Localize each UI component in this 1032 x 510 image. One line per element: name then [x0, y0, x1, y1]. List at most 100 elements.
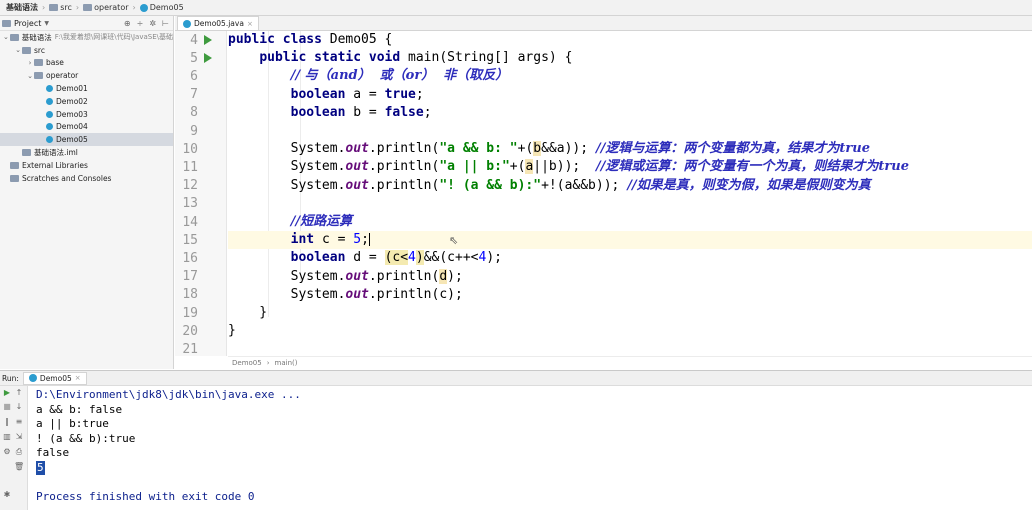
editor-breadcrumb-method[interactable]: main()	[275, 359, 298, 367]
chevron-down-icon[interactable]: ▼	[44, 20, 49, 27]
breadcrumb-src[interactable]: src	[45, 3, 76, 12]
folder-icon	[83, 4, 93, 11]
code-token: +!(a&&b));	[541, 177, 628, 193]
gutter-row: 12	[175, 177, 227, 195]
pause-icon[interactable]: ‖	[2, 417, 12, 427]
code-line[interactable]: }	[228, 304, 1032, 322]
pin-icon[interactable]: ✱	[2, 490, 12, 500]
package-folder-icon	[34, 72, 43, 80]
code-line[interactable]: public class Demo05 {	[228, 31, 1032, 49]
run-tool-window-header: Run: Demo05 ×	[0, 370, 1032, 386]
chevron-down-icon[interactable]: ⌄	[14, 46, 22, 54]
code-line[interactable]: System.out.println("a || b:"+(a||b)); //…	[228, 158, 1032, 176]
tree-item-label: Demo01	[56, 84, 88, 94]
code-line[interactable]: }	[228, 322, 1032, 340]
project-tree: ⌄ 基础语法 F:\我爱着想\网课班\代码\JavaSE\基础 ⌄ src › base ⌄ o…	[0, 31, 173, 185]
editor-breadcrumb-class[interactable]: Demo05	[232, 359, 262, 367]
code-token: public class	[228, 32, 330, 47]
tree-item-label: Demo02	[56, 96, 88, 106]
print-icon[interactable]: ⎙	[14, 447, 24, 457]
close-icon[interactable]: ×	[75, 374, 81, 382]
run-toolbar: ▶ ↑ ■ ↓ ‖ ≡ ▥ ⇲ ⚙ ⎙ 🗑 ✱	[0, 386, 28, 510]
code-token: main(String[] args) {	[408, 50, 573, 66]
breadcrumb-file[interactable]: Demo05	[136, 3, 188, 12]
code-token: public static void	[259, 50, 409, 66]
breadcrumb-package[interactable]: operator	[79, 3, 132, 12]
code-line[interactable]: // 与（and） 或（or） 非（取反）	[228, 67, 1032, 85]
chevron-right-icon[interactable]: ›	[26, 59, 34, 67]
chevron-down-icon[interactable]: ⌄	[26, 72, 34, 80]
gear-icon[interactable]: ✲	[149, 19, 156, 28]
tree-item[interactable]: Demo01	[0, 82, 173, 95]
line-number: 12	[182, 178, 198, 194]
line-number: 8	[190, 105, 198, 121]
rerun-icon[interactable]: ▶	[2, 388, 12, 398]
code-line[interactable]: System.out.println(c);	[228, 286, 1032, 304]
tree-item[interactable]: ⌄ 基础语法 F:\我爱着想\网课班\代码\JavaSE\基础	[0, 31, 173, 44]
scroll-down-icon[interactable]: ↓	[14, 402, 24, 412]
tree-item-label: Demo04	[56, 122, 88, 132]
stop-icon[interactable]: ■	[2, 402, 12, 412]
dump-icon[interactable]: ▥	[2, 432, 12, 442]
code-line[interactable]: public static void main(String[] args) {	[228, 49, 1032, 67]
console-line: ! (a && b):true	[36, 431, 136, 445]
code-line[interactable]: int c = 5;	[228, 231, 1032, 250]
tab-demo05-java[interactable]: Demo05.java ×	[177, 16, 259, 30]
code-token: );	[447, 268, 463, 284]
tree-item[interactable]: Demo02	[0, 95, 173, 108]
breadcrumb-separator: ›	[266, 359, 270, 367]
tree-item[interactable]: External Libraries	[0, 159, 173, 172]
code-editor[interactable]: public class Demo05 { public static void…	[228, 31, 1032, 356]
code-line[interactable]: //短路运算	[228, 213, 1032, 231]
code-token: "a || b:"	[439, 159, 510, 175]
soft-wrap-icon[interactable]: ≡	[14, 417, 24, 427]
scroll-up-icon[interactable]: ↑	[14, 388, 24, 398]
locate-icon[interactable]: ⊕	[124, 19, 131, 28]
tree-item[interactable]: Demo04	[0, 121, 173, 134]
code-line[interactable]: System.out.println("a && b: "+(b&&a)); /…	[228, 140, 1032, 158]
breadcrumb-project[interactable]: 基础语法	[2, 2, 42, 13]
tree-item[interactable]: 基础语法.iml	[0, 146, 173, 159]
run-gutter-icon[interactable]	[204, 35, 212, 46]
code-line[interactable]: boolean b = false;	[228, 104, 1032, 122]
tree-item[interactable]: ⌄ operator	[0, 69, 173, 82]
source-folder-icon	[22, 46, 31, 54]
code-line[interactable]: System.out.println(d);	[228, 268, 1032, 286]
scroll-to-end-icon[interactable]: ⇲	[14, 432, 24, 442]
code-token: &&a));	[541, 141, 596, 157]
hide-panel-icon[interactable]: ⊢	[162, 19, 169, 28]
run-tab-demo05[interactable]: Demo05 ×	[22, 371, 87, 385]
run-gutter-icon[interactable]	[204, 53, 212, 64]
gutter-row: 10	[175, 140, 227, 158]
run-tab-label: Demo05	[39, 373, 72, 383]
trash-icon[interactable]: 🗑	[14, 462, 24, 472]
tree-item[interactable]: Scratches and Consoles	[0, 172, 173, 185]
code-line[interactable]	[228, 340, 1032, 356]
gutter-row: 13	[175, 195, 227, 213]
tree-item[interactable]: Demo03	[0, 108, 173, 121]
tree-item[interactable]: › base	[0, 57, 173, 70]
run-console[interactable]: D:\Environment\jdk8\jdk\bin\java.exe ...…	[30, 388, 1032, 510]
gutter-row: 14	[175, 213, 227, 231]
tree-item[interactable]: ⌄ src	[0, 44, 173, 57]
settings-icon[interactable]: ⚙	[2, 447, 12, 457]
tree-item[interactable]: Demo05	[0, 133, 173, 147]
code-token: out	[345, 286, 369, 302]
code-token: .println(	[368, 141, 440, 157]
line-number: 21	[182, 341, 198, 357]
line-number: 20	[182, 323, 198, 339]
java-class-icon	[28, 374, 37, 382]
gutter-row: 19	[175, 304, 227, 322]
tree-item-label: 基础语法	[21, 32, 52, 42]
code-line[interactable]: boolean d = (c<4)&&(c++<4);	[228, 249, 1032, 267]
code-line[interactable]	[228, 195, 1032, 213]
collapse-icon[interactable]: ÷	[137, 19, 144, 28]
folder-icon	[49, 4, 59, 11]
project-view-selector[interactable]: Project	[14, 19, 41, 28]
close-icon[interactable]: ×	[247, 20, 253, 28]
code-line[interactable]	[228, 122, 1032, 140]
chevron-down-icon[interactable]: ⌄	[2, 33, 10, 41]
code-line[interactable]: System.out.println("! (a && b):"+!(a&&b)…	[228, 177, 1032, 195]
code-line[interactable]: boolean a = true;	[228, 86, 1032, 104]
